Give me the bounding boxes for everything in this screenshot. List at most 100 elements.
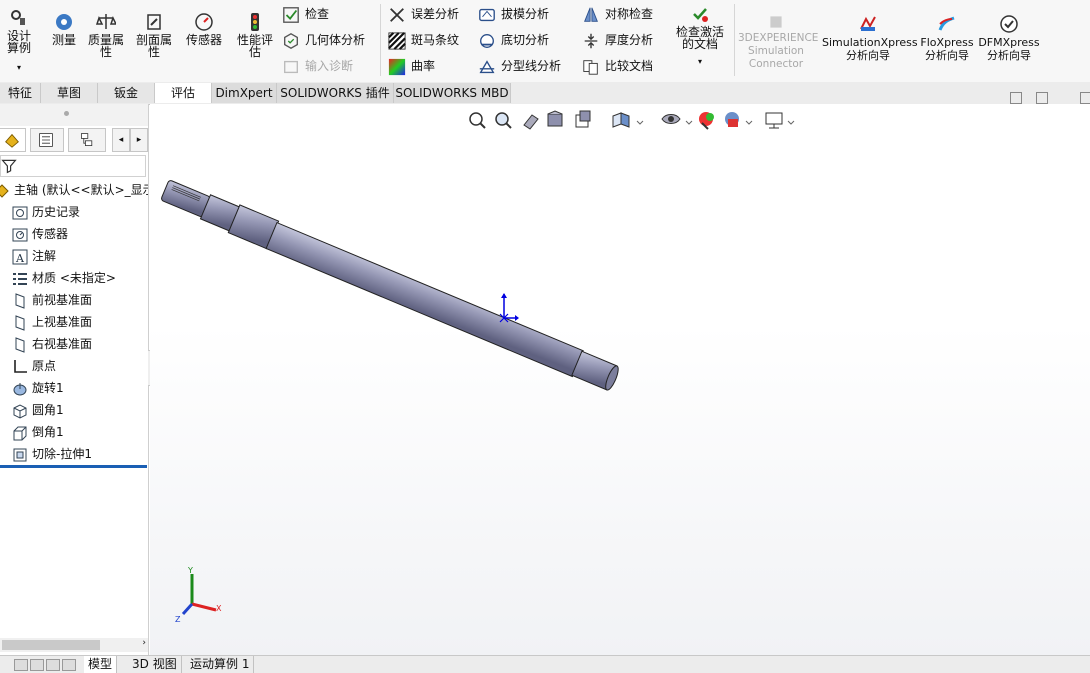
tab-scroll-right[interactable]: ▸ <box>130 128 148 152</box>
tab-dimxpert[interactable]: DimXpert <box>212 83 277 103</box>
tab-features[interactable]: 特征 <box>0 83 41 103</box>
thickness-label: 厚度分析 <box>605 33 654 47</box>
check-button[interactable]: 检查 <box>282 4 329 24</box>
draft-icon <box>479 8 495 21</box>
tree-item-label: 注解 <box>32 249 57 263</box>
tab-3d-view[interactable]: 3D 视图 <box>128 656 182 673</box>
parting-line-icon <box>479 59 495 73</box>
configuration-manager-icon <box>81 133 93 146</box>
tab-scroll-left[interactable]: ◂ <box>112 128 130 152</box>
tree-root-part[interactable]: 主轴 (默认<<默认>_显示 <box>0 179 148 201</box>
scrollbar-thumb[interactable] <box>2 640 100 650</box>
annotation-icon: A <box>12 249 28 265</box>
thickness-icon <box>584 33 598 48</box>
nav-prev-button[interactable] <box>30 659 44 671</box>
nav-first-button[interactable] <box>14 659 28 671</box>
tab-property-manager[interactable] <box>30 128 64 152</box>
tree-item-origin[interactable]: 原点 <box>0 355 160 377</box>
check-active-document-button[interactable]: 检查激活的文档 ▾ <box>670 4 730 68</box>
mass-properties-button[interactable]: 质量属性 <box>84 12 128 58</box>
import-diagnostics-button[interactable]: 输入诊断 <box>282 56 353 76</box>
tab-sheet-metal[interactable]: 钣金 <box>98 83 155 103</box>
tab-sketch[interactable]: 草图 <box>41 83 98 103</box>
zebra-stripes-button[interactable]: 斑马条纹 <box>388 30 459 50</box>
restore-panel-icon[interactable] <box>1010 92 1022 104</box>
gauge-icon <box>195 13 213 31</box>
tree-item-revolve1[interactable]: 旋转1 <box>0 377 160 399</box>
check-active-dropdown-icon[interactable]: ▾ <box>670 56 730 68</box>
expand-panel-icon[interactable] <box>1036 92 1048 104</box>
measure-button[interactable]: 测量 <box>46 12 82 46</box>
plane-icon <box>15 336 25 353</box>
curvature-button[interactable]: 曲率 <box>388 56 435 76</box>
tab-evaluate[interactable]: 评估 <box>155 83 212 103</box>
tree-item-cut-extrude1[interactable]: 切除-拉伸1 <box>0 443 160 465</box>
tree-item-top-plane[interactable]: 上视基准面 <box>0 311 160 333</box>
tab-motion-study[interactable]: 运动算例 1 <box>186 656 255 673</box>
section-icon <box>147 14 161 30</box>
shaft-main-body <box>265 221 584 378</box>
deviation-label: 误差分析 <box>411 7 460 21</box>
rollback-bar[interactable] <box>0 465 147 468</box>
nav-next-button[interactable] <box>46 659 60 671</box>
draft-analysis-button[interactable]: 拔模分析 <box>478 4 549 24</box>
sensors-button[interactable]: 传感器 <box>180 12 228 46</box>
history-icon <box>12 206 28 219</box>
performance-evaluation-button[interactable]: 性能评估 <box>234 12 276 58</box>
tree-item-label: 原点 <box>32 359 57 373</box>
part-icon <box>0 183 9 198</box>
3dexperience-simulation-connector-button[interactable]: 3DEXPERIENCE Simulation Connector <box>738 14 818 71</box>
tree-item-chamfer1[interactable]: 倒角1 <box>0 421 160 443</box>
tab-solidworks-addins[interactable]: SOLIDWORKS 插件 <box>277 83 394 103</box>
compare-documents-button[interactable]: 比较文档 <box>582 56 653 76</box>
undercut-analysis-button[interactable]: 底切分析 <box>478 30 549 50</box>
fillet-icon <box>13 403 27 419</box>
shaft-model[interactable] <box>150 104 1090 656</box>
tab-model[interactable]: 模型 <box>84 656 118 673</box>
close-panel-icon[interactable] <box>1080 92 1090 104</box>
check-active-icon <box>693 8 708 22</box>
svg-text:A: A <box>15 252 25 265</box>
check-label: 检查 <box>305 7 330 21</box>
simulationxpress-icon <box>860 16 876 31</box>
symmetry-check-button[interactable]: 对称检查 <box>582 4 653 24</box>
import-diagnostics-icon <box>284 60 298 73</box>
tree-item-material[interactable]: 材质 <未指定> <box>0 267 160 289</box>
tree-item-fillet1[interactable]: 圆角1 <box>0 399 160 421</box>
deviation-analysis-button[interactable]: 误差分析 <box>388 4 459 24</box>
tree-item-right-plane[interactable]: 右视基准面 <box>0 333 160 355</box>
feature-filter-input[interactable] <box>0 155 146 177</box>
geometry-analysis-icon <box>284 32 298 49</box>
triad-x-label: X <box>216 604 222 613</box>
tab-configuration-manager[interactable] <box>68 128 106 152</box>
check-icon <box>283 6 299 23</box>
dfmxpress-button[interactable]: DFMXpress 分析向导 <box>978 14 1040 62</box>
geometry-analysis-button[interactable]: 几何体分析 <box>282 30 365 50</box>
tab-feature-manager[interactable] <box>0 128 26 152</box>
undercut-icon <box>480 33 494 48</box>
symmetry-icon <box>584 7 598 22</box>
reference-triad: Y X Z <box>175 566 222 624</box>
tree-item-annotations[interactable]: A 注解 <box>0 245 160 267</box>
simulationxpress-button[interactable]: SimulationXpress 分析向导 <box>822 14 918 62</box>
design-study-icon <box>11 10 25 25</box>
scroll-right-icon[interactable]: › <box>142 638 146 648</box>
performance-label: 性能评估 <box>236 33 273 59</box>
tab-solidworks-mbd[interactable]: SOLIDWORKS MBD <box>394 83 511 103</box>
command-tabs: 特征 草图 钣金 评估 DimXpert SOLIDWORKS 插件 SOLID… <box>0 82 1090 105</box>
nav-last-button[interactable] <box>62 659 76 671</box>
tree-item-sensors[interactable]: 传感器 <box>0 223 160 245</box>
dfmxpress-label: DFMXpress 分析向导 <box>978 36 1040 62</box>
thickness-analysis-button[interactable]: 厚度分析 <box>582 30 653 50</box>
section-properties-button[interactable]: 剖面属性 <box>132 12 176 58</box>
design-study-button[interactable]: 设计算例 ▾ <box>0 8 38 74</box>
parting-line-analysis-button[interactable]: 分型线分析 <box>478 56 561 76</box>
triad-x-axis <box>191 602 217 612</box>
panel-horizontal-scrollbar[interactable]: › <box>0 638 148 652</box>
design-study-dropdown-icon[interactable]: ▾ <box>0 62 38 74</box>
graphics-area[interactable]: Y X Z <box>150 104 1090 656</box>
tree-item-front-plane[interactable]: 前视基准面 <box>0 289 160 311</box>
filter-icon <box>1 159 17 174</box>
tree-item-history[interactable]: 历史记录 <box>0 201 160 223</box>
floxpress-button[interactable]: FloXpress 分析向导 <box>918 14 976 62</box>
